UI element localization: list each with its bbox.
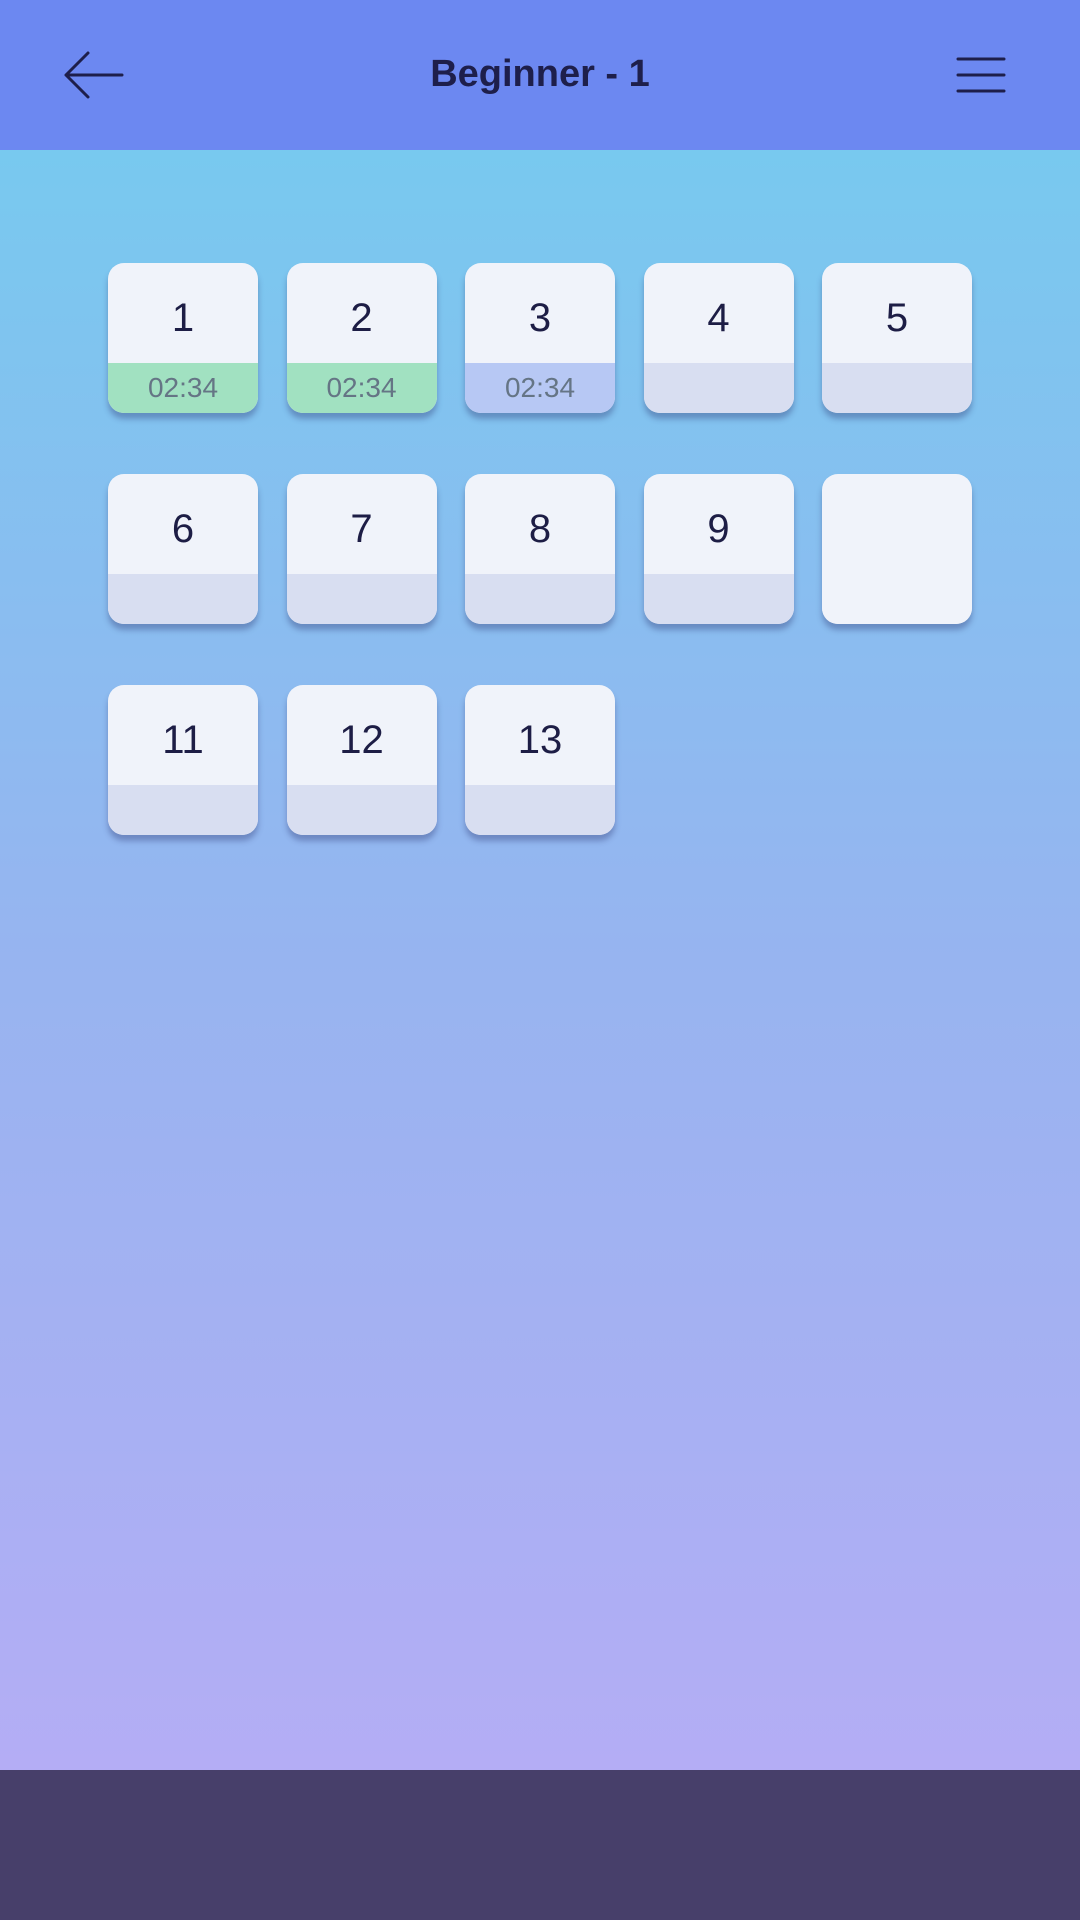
level-number: 13 <box>517 718 563 762</box>
level-number: 6 <box>171 507 195 551</box>
level-time <box>643 574 794 624</box>
level-time: 02:34 <box>465 363 615 413</box>
level-time <box>108 785 258 835</box>
level-tile[interactable]: 4 <box>643 263 794 413</box>
level-number: 3 <box>528 296 552 340</box>
level-number: 1 <box>171 296 195 340</box>
level-time <box>108 574 258 624</box>
level-number: 4 <box>707 296 730 340</box>
level-tile[interactable]: 12 <box>286 685 437 835</box>
back-button[interactable] <box>60 45 130 105</box>
level-time <box>822 363 972 413</box>
level-tile[interactable]: 9 <box>643 474 794 624</box>
level-tile[interactable]: 1 02:34 <box>108 263 258 413</box>
level-number: 8 <box>528 507 552 551</box>
level-number: 9 <box>707 507 730 551</box>
app-bar: Beginner - 1 <box>0 0 1080 150</box>
hamburger-menu-icon <box>956 57 1006 93</box>
level-tile[interactable]: 11 <box>108 685 258 835</box>
level-select-area: 1 02:34 2 02:34 3 02:34 4 5 6 7 8 9 11 1… <box>0 150 1080 1770</box>
bottom-bar <box>0 1770 1080 1920</box>
arrow-left-icon <box>64 51 124 99</box>
level-number: 12 <box>339 718 384 762</box>
level-grid: 1 02:34 2 02:34 3 02:34 4 5 6 7 8 9 11 1… <box>108 263 972 835</box>
level-tile[interactable]: 8 <box>465 474 615 624</box>
level-tile[interactable]: 3 02:34 <box>465 263 615 413</box>
level-number: 2 <box>350 296 373 340</box>
level-tile[interactable]: 6 <box>108 474 258 624</box>
level-number: 7 <box>350 507 373 551</box>
level-time: 02:34 <box>108 363 258 413</box>
level-time <box>465 574 615 624</box>
level-tile[interactable]: 7 <box>286 474 437 624</box>
level-time <box>465 785 615 835</box>
level-tile[interactable]: 5 <box>822 263 972 413</box>
level-number <box>822 474 972 574</box>
level-tile[interactable]: 2 02:34 <box>286 263 437 413</box>
level-number: 5 <box>885 296 909 340</box>
menu-button[interactable] <box>955 50 1007 100</box>
level-time <box>822 574 972 624</box>
level-time <box>286 574 437 624</box>
level-time: 02:34 <box>286 363 437 413</box>
level-tile[interactable] <box>822 474 972 624</box>
level-time <box>643 363 794 413</box>
level-number: 11 <box>162 718 204 762</box>
level-tile[interactable]: 13 <box>465 685 615 835</box>
level-time <box>286 785 437 835</box>
page-title: Beginner - 1 <box>430 53 650 95</box>
